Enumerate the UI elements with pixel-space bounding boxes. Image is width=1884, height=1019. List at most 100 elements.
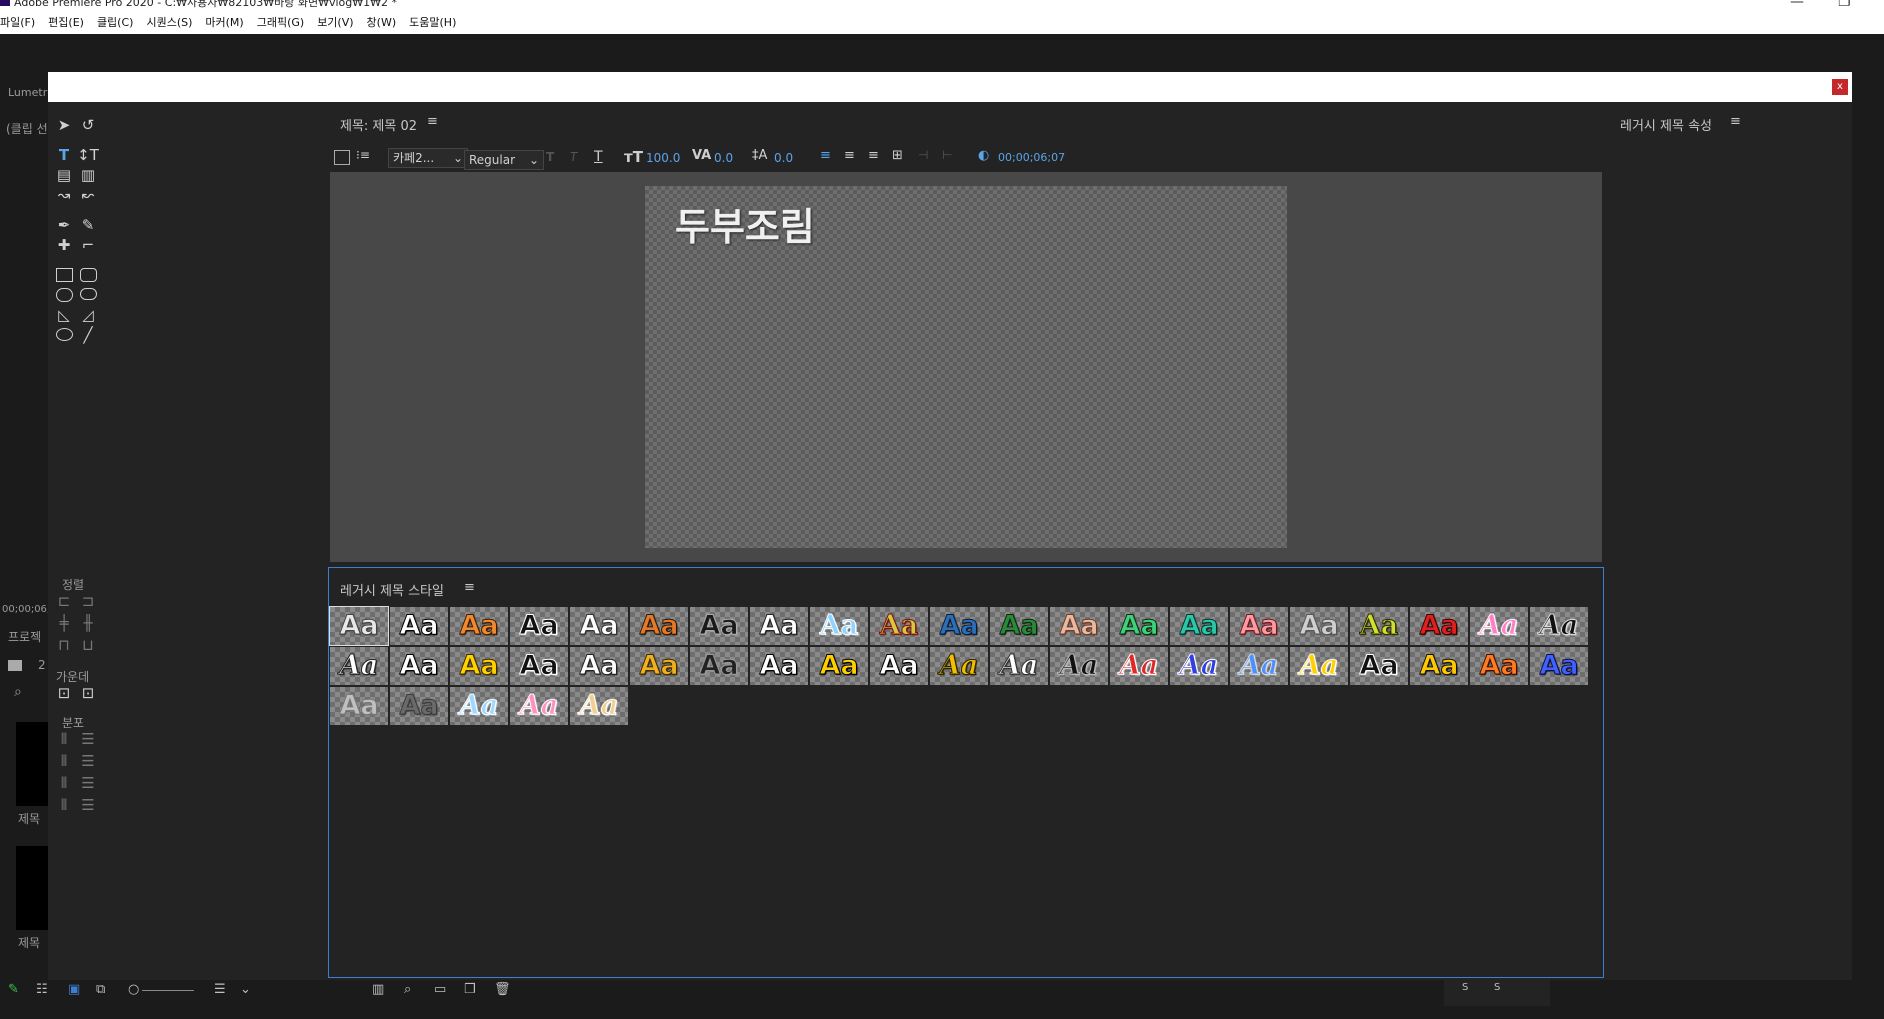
align-left-text-icon[interactable]: ≡ [820, 148, 831, 163]
sort-icon[interactable]: ☰ [214, 982, 226, 997]
zoom-slider-handle[interactable]: ○ [128, 982, 139, 997]
style-swatch[interactable]: Aa [1530, 647, 1588, 685]
style-swatch[interactable]: Aa [390, 647, 448, 685]
new-bin-icon[interactable]: ▭ [434, 982, 446, 997]
style-swatch[interactable]: Aa [1290, 607, 1348, 645]
style-swatch[interactable]: Aa [329, 606, 389, 646]
align-bottom-icon[interactable]: ⊔ [78, 636, 98, 654]
style-swatch[interactable]: Aa [450, 607, 508, 645]
icon-view-icon[interactable]: ▣ [68, 982, 80, 997]
convert-anchor-tool-icon[interactable]: ⌐ [78, 236, 98, 254]
leading-value[interactable]: 0.0 [774, 151, 793, 165]
arc-tool-icon[interactable]: ◿ [78, 306, 98, 324]
distribute-even-h-icon[interactable]: ⫴ [54, 796, 74, 814]
vertical-area-type-tool-icon[interactable]: ▥ [78, 166, 98, 184]
style-swatch[interactable]: Aa [870, 647, 928, 685]
distribute-middle-icon[interactable]: ☰ [78, 752, 98, 770]
align-top-icon[interactable]: ⊓ [54, 636, 74, 654]
add-anchor-tool-icon[interactable]: ✚ [54, 236, 74, 254]
style-swatch[interactable]: Aa [1170, 607, 1228, 645]
style-swatch[interactable]: Aa [930, 607, 988, 645]
style-swatch[interactable]: Aa [570, 647, 628, 685]
wrap-right-icon[interactable]: ⊢ [942, 148, 952, 162]
clip-thumbnail-2[interactable] [16, 846, 50, 930]
project-tab[interactable]: 프로젝 [8, 628, 41, 645]
list-view-icon[interactable]: ☷ [36, 982, 48, 997]
italic-icon[interactable]: T [570, 150, 577, 164]
styles-menu-icon[interactable]: ≡ [464, 580, 475, 595]
menu-window[interactable]: 창(W) [367, 14, 397, 32]
underline-icon[interactable]: T [594, 149, 603, 165]
align-center-text-icon[interactable]: ≡ [844, 148, 855, 163]
style-swatch[interactable]: Aa [1110, 647, 1168, 685]
align-left-icon[interactable]: ⊏ [54, 592, 74, 610]
minimize-icon[interactable]: — [1790, 0, 1804, 10]
align-right-text-icon[interactable]: ≡ [868, 148, 879, 163]
style-swatch[interactable]: Aa [1350, 647, 1408, 685]
automate-icon[interactable]: ▥ [372, 982, 384, 997]
font-size-value[interactable]: 100.0 [646, 151, 680, 165]
restore-icon[interactable]: ❐ [1838, 0, 1851, 10]
timecode-value[interactable]: 00;00;06;07 [998, 151, 1065, 164]
style-swatch[interactable]: Aa [1410, 607, 1468, 645]
menu-sequence[interactable]: 시퀀스(S) [146, 14, 192, 32]
style-swatch[interactable]: Aa [990, 647, 1048, 685]
style-swatch[interactable]: Aa [1230, 607, 1288, 645]
style-swatch[interactable]: Aa [750, 647, 808, 685]
vertical-path-type-tool-icon[interactable]: ↜ [78, 186, 98, 204]
clip-thumbnail-1[interactable] [16, 722, 50, 806]
kerning-value[interactable]: 0.0 [714, 151, 733, 165]
rectangle-tool-icon[interactable] [56, 268, 73, 282]
menu-file[interactable]: 파일(F) [0, 14, 35, 32]
delete-anchor-tool-icon[interactable]: ✎ [78, 216, 98, 234]
rounded-corner-tool-icon[interactable] [56, 288, 73, 302]
background-video-icon[interactable] [334, 150, 350, 165]
style-swatch[interactable]: Aa [510, 647, 568, 685]
new-item-icon[interactable]: ❒ [464, 982, 476, 997]
menu-graphics[interactable]: 그래픽(G) [257, 14, 304, 32]
style-swatch[interactable]: Aa [1110, 607, 1168, 645]
menu-edit[interactable]: 편집(E) [48, 14, 84, 32]
style-swatch[interactable]: Aa [810, 607, 868, 645]
ellipse-tool-icon[interactable] [56, 328, 73, 341]
rounded-rectangle-tool-icon[interactable] [80, 268, 97, 282]
align-center-v-icon[interactable]: ╫ [78, 614, 98, 632]
props-menu-icon[interactable]: ≡ [1730, 114, 1741, 129]
pen-tool-icon[interactable]: ✒ [54, 216, 74, 234]
path-type-tool-icon[interactable]: ↝ [54, 186, 74, 204]
freeform-view-icon[interactable]: ⧉ [96, 982, 105, 997]
distribute-right-icon[interactable]: ⫴ [54, 774, 74, 792]
menu-marker[interactable]: 마커(M) [205, 14, 243, 32]
type-tool-icon[interactable]: T [54, 146, 74, 164]
style-swatch[interactable]: Aa [1050, 647, 1108, 685]
style-swatch[interactable]: Aa [450, 687, 508, 725]
style-swatch[interactable]: Aa [1410, 647, 1468, 685]
style-swatch[interactable]: Aa [510, 607, 568, 645]
search-icon[interactable]: ⌕ [14, 684, 22, 700]
style-swatch[interactable]: Aa [990, 607, 1048, 645]
show-video-icon[interactable]: ◐ [978, 148, 989, 163]
style-swatch[interactable]: Aa [690, 607, 748, 645]
style-swatch[interactable]: Aa [1230, 647, 1288, 685]
pencil-icon[interactable]: ✎ [8, 982, 19, 997]
editor-menu-icon[interactable]: ≡ [427, 114, 438, 129]
style-swatch[interactable]: Aa [630, 607, 688, 645]
line-tool-icon[interactable]: ╱ [78, 326, 98, 344]
wedge-tool-icon[interactable]: ◺ [54, 306, 74, 324]
font-family-dropdown[interactable]: 카페2... ⌄ [388, 148, 468, 168]
font-style-dropdown[interactable]: Regular ⌄ [464, 150, 544, 170]
style-swatch[interactable]: Aa [1050, 607, 1108, 645]
style-swatch[interactable]: Aa [390, 687, 448, 725]
vertical-type-tool-icon[interactable]: ↕T [77, 146, 99, 164]
align-center-h-icon[interactable]: ╪ [54, 614, 74, 632]
solo-button-1[interactable]: S [1462, 982, 1468, 993]
style-swatch[interactable]: Aa [1350, 607, 1408, 645]
distribute-top-icon[interactable]: ☰ [78, 730, 98, 748]
find-icon[interactable]: ⌕ [404, 982, 411, 997]
bold-icon[interactable]: T [546, 150, 554, 164]
center-horizontal-icon[interactable]: ⊡ [54, 684, 74, 702]
style-swatch[interactable]: Aa [690, 647, 748, 685]
style-swatch[interactable]: Aa [330, 647, 388, 685]
solo-button-2[interactable]: S [1494, 982, 1500, 993]
area-type-tool-icon[interactable]: ▤ [54, 166, 74, 184]
